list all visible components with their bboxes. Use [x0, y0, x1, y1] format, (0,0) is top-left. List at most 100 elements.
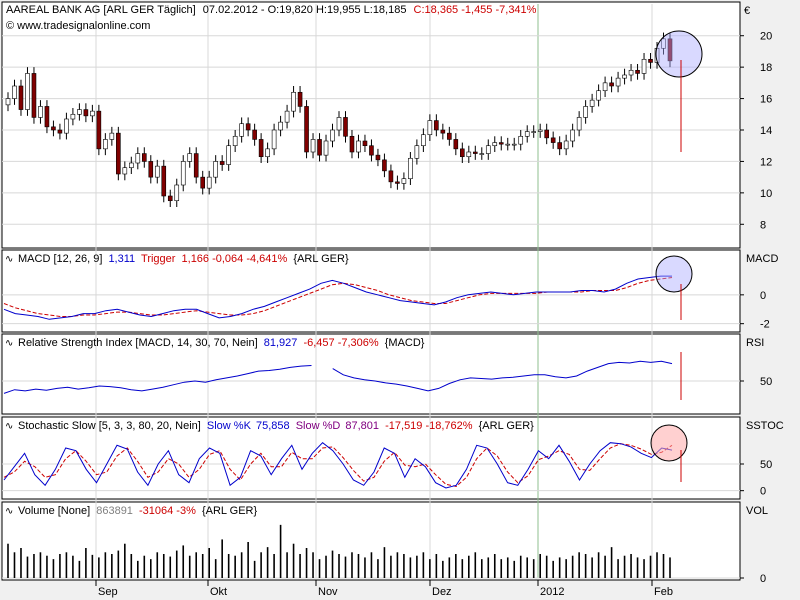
rsi-axis-title: RSI [746, 337, 764, 349]
candle-body [116, 132, 121, 175]
candle-body [576, 117, 582, 131]
candle-body [447, 132, 452, 140]
candle-body [213, 161, 218, 178]
volume-symbol: {ARL GER} [202, 505, 258, 517]
y-tick-label: 50 [760, 459, 772, 471]
candle-body [193, 153, 199, 178]
candle-body [18, 85, 24, 110]
candle-body [5, 98, 11, 106]
candle-body [421, 134, 426, 147]
y-tick-label: 16 [760, 94, 772, 106]
candle-body [161, 165, 167, 197]
candle-body [602, 82, 608, 92]
candle-body [362, 140, 368, 147]
candle-body [167, 195, 173, 202]
price-title: AAREAL BANK AG [ARL GER Täglich] 07.02.2… [6, 4, 537, 16]
candle-body [180, 161, 186, 186]
candle-body [505, 143, 511, 146]
macd-trigger-label: Trigger [141, 253, 176, 265]
wave-icon: ∿ [5, 338, 13, 349]
stoch-d-label: Slow %D [296, 420, 341, 432]
candle-body [265, 148, 270, 158]
chart-canvas: 8 10 12 14 16 18 20 -2 0 50 0 50 0 Sep Okt Nov Dez 2012 F… [1, 1, 784, 598]
candle-body [375, 154, 381, 161]
candle-body [96, 110, 102, 150]
candle-body [291, 91, 296, 112]
candle-body [570, 129, 575, 142]
candle-body [57, 129, 63, 134]
stoch-k-label: Slow %K [207, 420, 252, 432]
month-label: Feb [654, 586, 673, 598]
month-label: Dez [432, 586, 452, 598]
candle-body [284, 110, 290, 123]
candle-body [245, 123, 251, 131]
month-label: Okt [210, 586, 227, 598]
price-ohlc: 07.02.2012 - O:19,820 H:19,955 L:18,185 [203, 4, 407, 16]
volume-value: 863891 [96, 505, 133, 517]
stoch-label: Stochastic Slow [5, 3, 3, 80, 20, Nein] [18, 420, 201, 432]
volume-label: Volume [None] [18, 505, 90, 517]
month-label: Sep [98, 586, 118, 598]
y-tick-label: 50 [760, 376, 772, 388]
candle-body [330, 129, 335, 142]
macd-title: MACD [12, 26, 9] 1,311 Trigger 1,166 -0,… [18, 253, 349, 265]
candle-body [466, 151, 472, 158]
candle-body [141, 153, 147, 162]
candle-body [596, 90, 601, 101]
candle-body [440, 129, 446, 134]
candle-body [252, 129, 257, 140]
macd-highlight-circle [655, 255, 693, 293]
rsi-symbol: {MACD} [385, 337, 425, 349]
candle-body [524, 131, 530, 137]
rsi-value: 81,927 [264, 337, 298, 349]
macd-label: MACD [12, 26, 9] [18, 253, 102, 265]
y-tick-label: 8 [760, 219, 766, 231]
candle-body [109, 132, 115, 140]
wave-icon: ∿ [5, 421, 13, 432]
candle-body [12, 85, 17, 99]
currency-label: € [744, 5, 750, 17]
rsi-title: Relative Strength Index [MACD, 14, 30, 7… [18, 337, 425, 349]
month-label: 2012 [540, 586, 564, 598]
candle-body [129, 162, 134, 169]
candle-body [518, 135, 524, 145]
candle-body [388, 170, 394, 183]
stoch-d-value: 87,801 [345, 420, 379, 432]
candle-body [271, 129, 277, 150]
candle-body [239, 123, 244, 137]
candle-body [349, 135, 355, 153]
candle-body [317, 139, 322, 156]
candle-body [382, 159, 387, 172]
candle-body [219, 161, 225, 165]
candle-body [38, 106, 43, 118]
candle-body [434, 120, 439, 131]
y-tick-label: -2 [760, 319, 770, 331]
candle-body [278, 121, 283, 131]
candle-body [206, 176, 212, 189]
macd-trigger-value: 1,166 -0,064 -4,641% [182, 253, 288, 265]
macd-value: 1,311 [108, 253, 135, 265]
candle-body [83, 109, 89, 117]
rsi-change: -6,457 -7,306% [303, 337, 378, 349]
source-label: © www.tradesignalonline.com [6, 20, 150, 32]
candle-body [531, 131, 537, 133]
candle-body [135, 153, 141, 164]
candle-body [589, 99, 595, 107]
candle-body [200, 176, 206, 189]
stoch-k-value: 75,858 [256, 420, 290, 432]
candle-body [453, 139, 459, 150]
macd-axis-title: MACD [746, 253, 778, 265]
candle-body [154, 165, 160, 178]
stoch-title: Stochastic Slow [5, 3, 3, 80, 20, Nein] … [18, 420, 534, 432]
candle-body [258, 139, 264, 158]
candle-body [323, 140, 329, 156]
candle-body [641, 58, 647, 74]
candle-body [51, 126, 56, 131]
y-tick-label: 12 [760, 156, 772, 168]
candle-body [77, 109, 82, 115]
candle-body [408, 157, 413, 180]
stoch-symbol: {ARL GER} [479, 420, 535, 432]
candle-body [174, 184, 180, 202]
macd-symbol: {ARL GER} [293, 253, 349, 265]
y-tick-label: 20 [760, 31, 772, 43]
